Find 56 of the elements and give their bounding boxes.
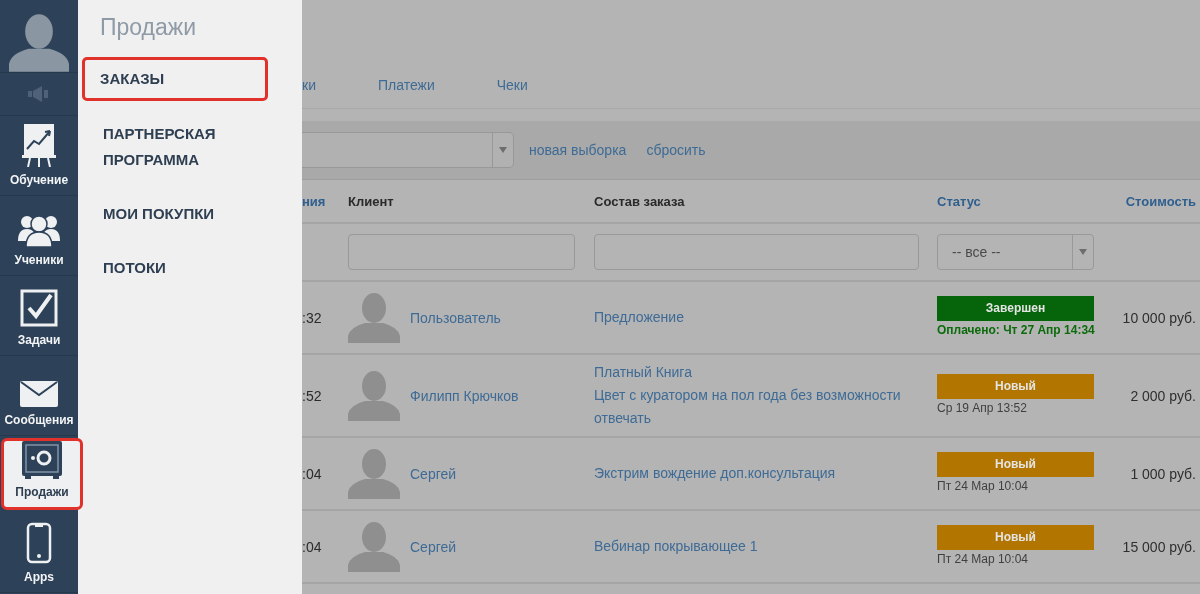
order-item-link[interactable]: Предложение xyxy=(594,306,923,329)
filter-link[interactable]: новая выборка xyxy=(529,142,627,158)
menu-item[interactable]: ПОТОКИ xyxy=(82,241,274,295)
menu-item[interactable]: ЗАКАЗЫ xyxy=(82,57,268,101)
nav-item[interactable]: Продажи xyxy=(1,438,83,510)
status-badge: Новый xyxy=(937,451,1094,477)
order-price: 10 000 руб. xyxy=(1121,309,1197,326)
column-header[interactable]: Стоимость xyxy=(1098,193,1200,209)
smartphone-icon xyxy=(26,522,52,564)
order-price: 1 000 руб. xyxy=(1129,465,1197,482)
status-badge: Завершен xyxy=(937,295,1094,321)
column-header[interactable]: Статус xyxy=(933,193,1098,209)
column-header: Клиент xyxy=(347,193,395,209)
tab[interactable]: Платежи xyxy=(377,77,435,93)
order-time: :32 xyxy=(302,309,323,326)
client-avatar xyxy=(348,521,400,572)
client-avatar xyxy=(348,370,400,421)
menu-item[interactable]: МОИ ПОКУПКИ xyxy=(82,187,274,241)
easel-chart-icon xyxy=(22,123,56,167)
saved-filter-select[interactable] xyxy=(302,132,514,168)
client-link[interactable]: Сергей xyxy=(404,465,457,482)
order-time: :04 xyxy=(302,465,323,482)
items-filter-field[interactable] xyxy=(594,234,919,270)
order-time: :04 xyxy=(302,538,323,555)
checkbox-icon xyxy=(20,289,58,327)
menu-title: Продажи xyxy=(99,14,198,41)
order-item-link[interactable]: Экстрим вождение доп.консультация xyxy=(594,462,923,485)
status-note: Пт 24 Мар 10:04 xyxy=(937,477,1029,495)
order-price: 15 000 руб. xyxy=(1121,538,1197,555)
people-group-icon xyxy=(18,213,60,247)
tab[interactable]: Чеки xyxy=(496,77,528,93)
client-link[interactable]: Пользователь xyxy=(404,309,501,326)
status-filter-select[interactable]: -- все -- xyxy=(937,234,1094,270)
envelope-icon xyxy=(20,381,58,407)
tab[interactable]: ки xyxy=(302,77,316,93)
status-badge: Новый xyxy=(937,373,1094,399)
client-link[interactable]: Филипп Крючков xyxy=(404,387,519,404)
client-avatar xyxy=(348,292,400,343)
order-time: :52 xyxy=(302,387,323,404)
status-note: Ср 19 Апр 13:52 xyxy=(937,399,1028,417)
client-avatar xyxy=(348,448,400,499)
order-price: 2 000 руб. xyxy=(1129,387,1197,404)
order-item-link[interactable]: Цвет с куратором на пол года без возможности отвечать xyxy=(594,384,923,430)
order-item-link[interactable]: Платный Книга xyxy=(594,361,923,384)
status-note: Оплачено: Чт 27 Апр 14:34 xyxy=(937,321,1095,339)
client-link[interactable]: Сергей xyxy=(404,538,457,555)
status-note: Пт 24 Мар 10:04 xyxy=(937,550,1029,568)
order-item-link[interactable]: Вебинар покрывающее 1 xyxy=(594,535,923,558)
safe-icon xyxy=(22,441,62,479)
filter-link[interactable]: сбросить xyxy=(646,142,706,158)
client-filter-field[interactable] xyxy=(348,234,575,270)
status-badge: Новый xyxy=(937,524,1094,550)
column-header: Состав заказа xyxy=(593,193,686,209)
menu-item[interactable]: ПАРТНЕРСКАЯ ПРОГРАММА xyxy=(82,107,274,187)
speaker-icon[interactable] xyxy=(28,86,50,102)
column-header[interactable]: ния xyxy=(302,193,340,209)
